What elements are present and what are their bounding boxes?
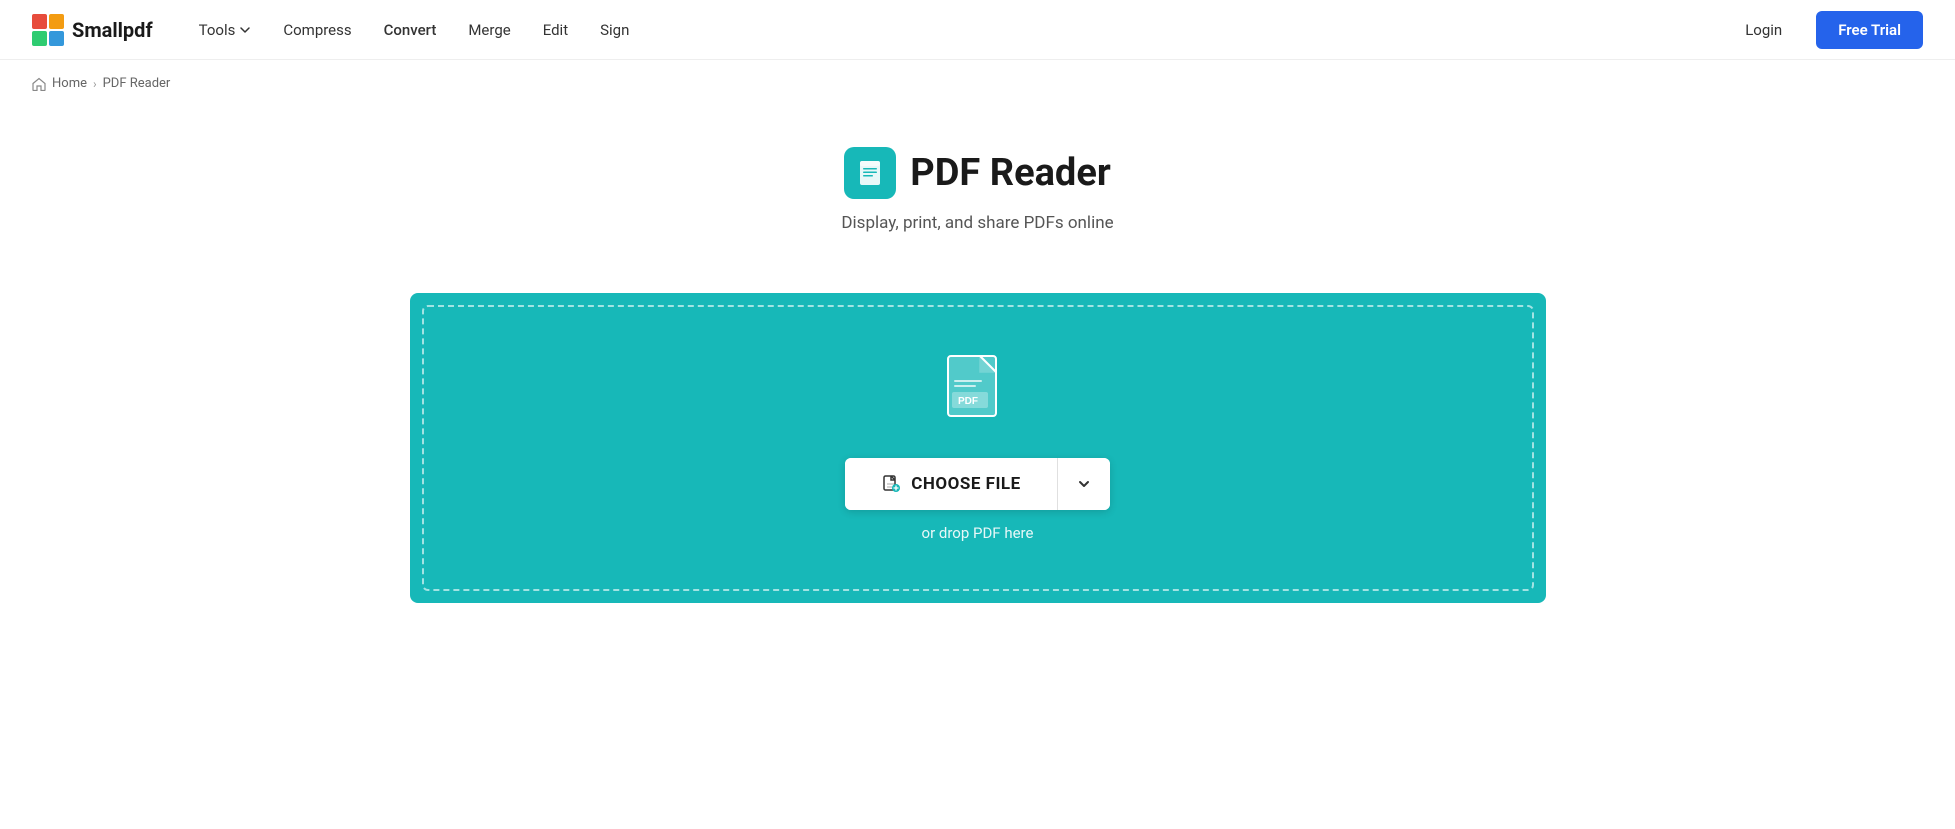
pdf-file-icon: PDF [944, 354, 1012, 434]
free-trial-button[interactable]: Free Trial [1816, 11, 1923, 49]
drop-hint: or drop PDF here [922, 524, 1034, 542]
choose-file-row: CHOOSE FILE [845, 458, 1109, 510]
nav-merge-label: Merge [468, 21, 510, 39]
choose-file-label: CHOOSE FILE [911, 474, 1020, 494]
navbar: Smallpdf Tools Compress Convert Merge Ed… [0, 0, 1955, 60]
hero-title-row: PDF Reader [844, 147, 1111, 199]
hero-title: PDF Reader [910, 151, 1111, 195]
nav-edit[interactable]: Edit [529, 13, 582, 47]
nav-edit-label: Edit [543, 21, 568, 39]
svg-text:PDF: PDF [958, 396, 978, 407]
breadcrumb-current: PDF Reader [103, 76, 171, 91]
login-button[interactable]: Login [1727, 13, 1800, 47]
breadcrumb: Home › PDF Reader [0, 60, 1955, 107]
hero-icon-box [844, 147, 896, 199]
nav-merge[interactable]: Merge [454, 13, 524, 47]
logo-link[interactable]: Smallpdf [32, 14, 153, 46]
nav-compress-label: Compress [283, 21, 351, 39]
nav-tools-label: Tools [199, 21, 236, 39]
nav-tools[interactable]: Tools [185, 13, 266, 47]
pdf-reader-icon [855, 158, 885, 188]
nav-convert[interactable]: Convert [370, 13, 451, 47]
nav-sign-label: Sign [600, 21, 629, 39]
upload-box[interactable]: PDF CHOOSE FILE [410, 293, 1546, 603]
chevron-down-icon [239, 24, 251, 36]
hero-subtitle: Display, print, and share PDFs online [841, 213, 1113, 233]
logo-text: Smallpdf [72, 18, 153, 42]
nav-convert-label: Convert [384, 21, 437, 39]
nav-links: Tools Compress Convert Merge Edit Sign [185, 13, 1728, 47]
choose-file-button[interactable]: CHOOSE FILE [845, 458, 1056, 510]
breadcrumb-home[interactable]: Home [52, 76, 87, 91]
chevron-down-icon [1076, 476, 1092, 492]
nav-right: Login Free Trial [1727, 11, 1923, 49]
file-upload-icon [881, 474, 901, 494]
smallpdf-logo-icon [32, 14, 64, 46]
nav-compress[interactable]: Compress [269, 13, 365, 47]
nav-sign[interactable]: Sign [586, 13, 643, 47]
upload-drop-zone[interactable]: PDF CHOOSE FILE [422, 305, 1534, 591]
upload-section: PDF CHOOSE FILE [378, 293, 1578, 603]
choose-file-dropdown-button[interactable] [1057, 458, 1110, 510]
home-icon [32, 77, 46, 91]
hero-section: PDF Reader Display, print, and share PDF… [0, 107, 1955, 253]
breadcrumb-separator: › [93, 77, 97, 91]
